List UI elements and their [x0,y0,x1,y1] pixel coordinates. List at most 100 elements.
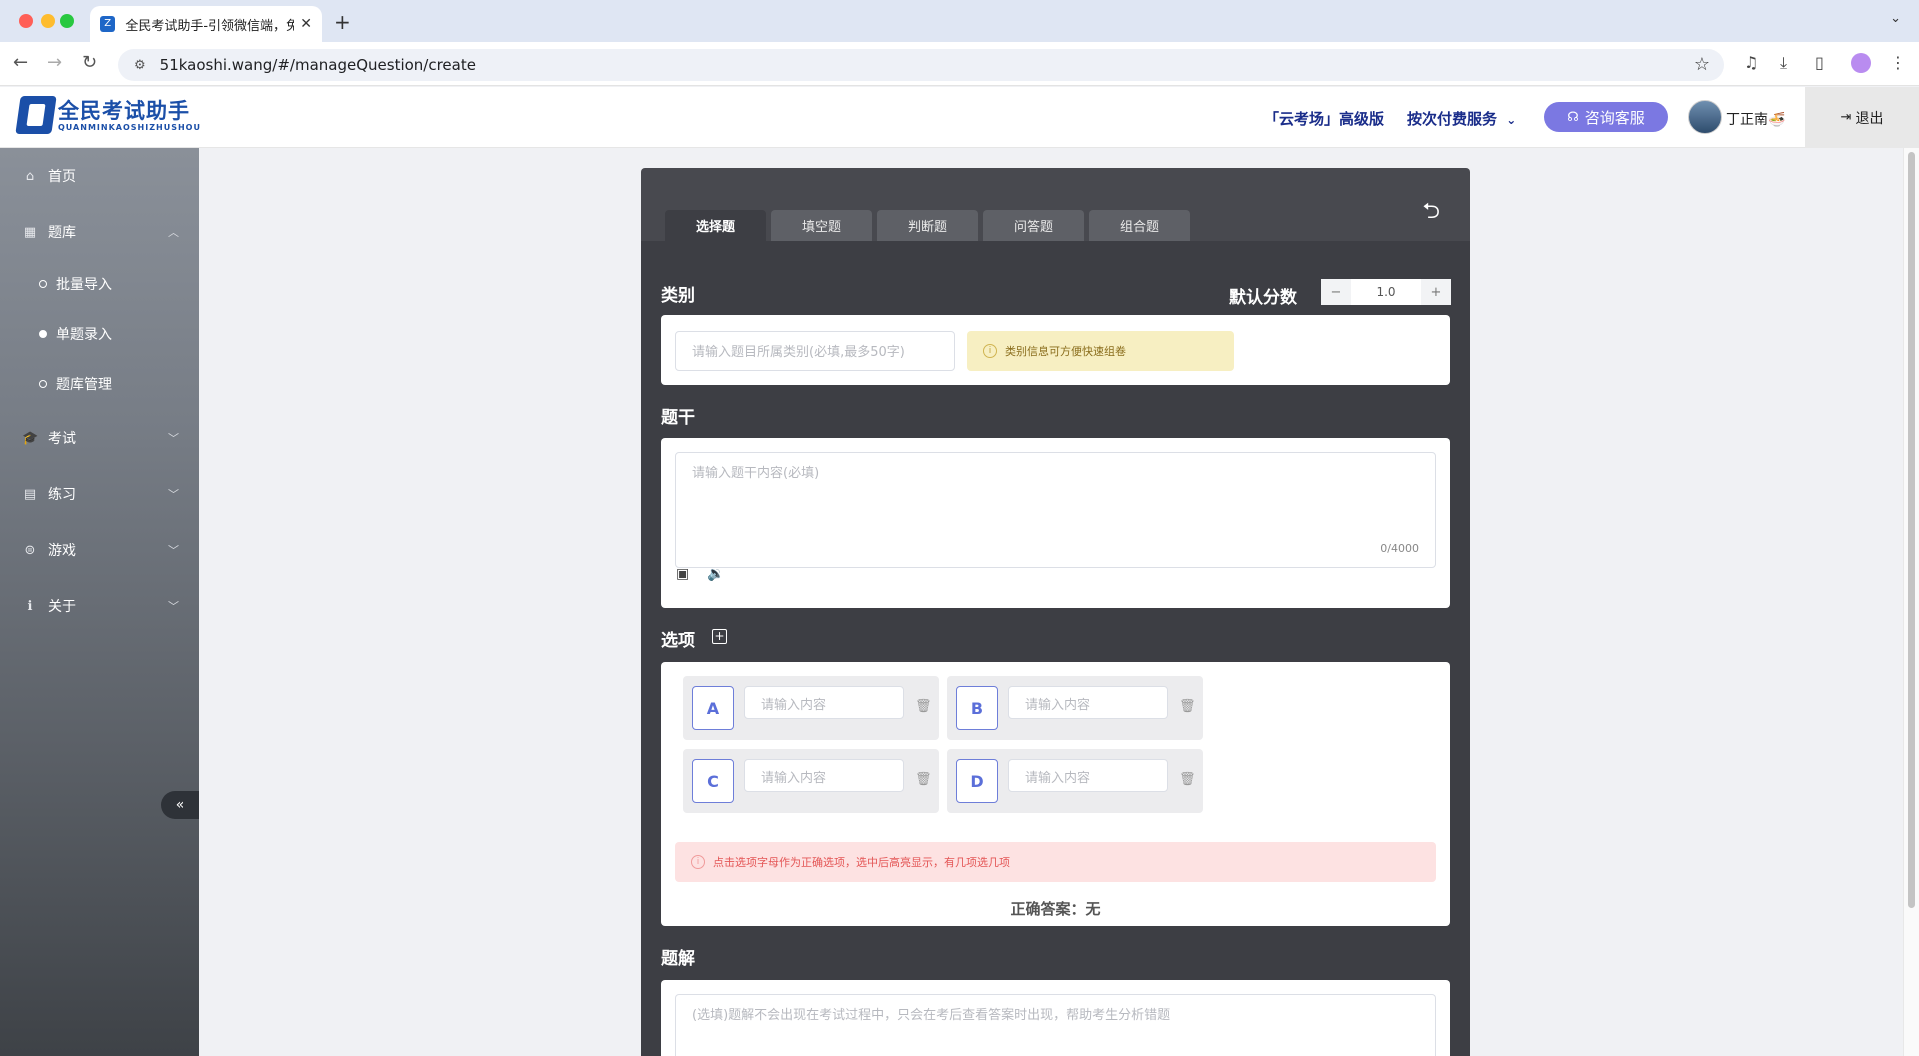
browser-tab-bar: Z 全民考试助手-引领微信端，免费 ✕ + ⌄ [0,0,1919,42]
new-tab-icon[interactable]: + [334,10,351,34]
side-panel-icon[interactable]: ▯ [1815,53,1824,72]
sign-out-icon: ⇥ [1840,110,1852,125]
url-text: 51kaoshi.wang/#/manageQuestion/create [159,56,476,74]
customer-service-label: 咨询客服 [1584,108,1645,127]
address-bar[interactable]: ⚙ 51kaoshi.wang/#/manageQuestion/create … [118,49,1724,81]
download-icon[interactable]: ⤓ [1780,53,1787,73]
sidebar-item-game[interactable]: ⊜ 游戏 ﹀ [0,532,199,568]
sidebar-item-label: 练习 [48,487,76,503]
stem-placeholder: 请输入题干内容(必填) [692,466,820,481]
tab-composite[interactable]: 组合题 [1089,210,1190,241]
default-score-value[interactable]: 1.0 [1351,285,1421,299]
sidebar-subitem-bank-manage[interactable]: 题库管理 [0,368,199,400]
sidebar-item-label: 关于 [48,599,76,615]
stem-title: 题干 [661,408,695,428]
forward-arrow-icon[interactable]: → [47,52,62,73]
browser-menu-icon[interactable]: ⋮ [1890,53,1906,72]
info-circle-icon: i [691,855,705,869]
tab-choice[interactable]: 选择题 [665,210,766,241]
page-scrollbar[interactable] [1903,148,1919,1056]
customer-service-button[interactable]: ☊ 咨询客服 [1544,102,1668,132]
media-control-icon[interactable]: ♫ [1744,53,1758,72]
site-logo[interactable]: 全民考试助手 QUANMINKAOSHIZHUSHOU [15,96,201,134]
sidebar-subitem-batch-import[interactable]: 批量导入 [0,268,199,300]
category-tip-text: 类别信息可方便快速组卷 [1005,345,1126,358]
browser-tab[interactable]: Z 全民考试助手-引领微信端，免费 ✕ [90,6,322,42]
app-header: 全民考试助手 QUANMINKAOSHIZHUSHOU 「云考场」高级版 按次付… [0,87,1919,148]
default-score-stepper: − 1.0 + [1321,279,1451,305]
cloud-exam-link[interactable]: 「云考场」高级版 [1264,108,1384,129]
sidebar-subitem-single-entry[interactable]: 单题录入 [0,318,199,350]
close-window-button[interactable] [19,14,33,28]
tab-fill-blank[interactable]: 填空题 [771,210,872,241]
tab-essay[interactable]: 问答题 [983,210,1084,241]
trash-icon[interactable]: 🗑 [1179,699,1196,714]
back-arrow-icon[interactable]: ← [13,52,28,73]
sidebar-item-question-bank[interactable]: ▦ 题库 ︿ [0,214,199,250]
sidebar-collapse-button[interactable]: « [161,791,199,819]
image-upload-icon[interactable]: ▣ [676,566,689,582]
sidebar-item-about[interactable]: ℹ 关于 ﹀ [0,588,199,624]
site-settings-icon[interactable]: ⚙ [134,58,146,73]
audio-upload-icon[interactable]: 🔉 [707,566,724,582]
logout-button[interactable]: ⇥ 退出 [1805,87,1919,148]
user-name[interactable]: 丁正南🍜 [1726,109,1785,129]
option-input[interactable]: 请输入内容 [744,759,904,792]
option-input[interactable]: 请输入内容 [1008,686,1168,719]
add-option-icon[interactable]: + [712,629,727,644]
question-type-tabs: 选择题 填空题 判断题 问答题 组合题 [665,210,1195,241]
chevron-down-icon: ﹀ [168,600,179,613]
category-tip: i 类别信息可方便快速组卷 [967,331,1234,371]
logo-subtitle: QUANMINKAOSHIZHUSHOU [58,122,201,132]
sidebar: ⌂ 首页 ▦ 题库 ︿ 批量导入 单题录入 题库管理 🎓 考试 ﹀ ▤ 练习 ﹀… [0,148,199,1056]
option-input[interactable]: 请输入内容 [1008,759,1168,792]
tab-search-chevron-icon[interactable]: ⌄ [1890,11,1901,26]
sidebar-item-label: 游戏 [48,543,76,559]
explain-title: 题解 [661,949,695,969]
option-item-c: C 请输入内容 🗑 [683,749,939,813]
explain-textarea[interactable]: (选填)题解不会出现在考试过程中，只会在考后查看答案时出现，帮助考生分析错题 [675,994,1436,1056]
option-letter-button[interactable]: C [692,759,734,803]
decrement-button[interactable]: − [1321,279,1351,305]
logo-icon [15,96,57,134]
option-letter-button[interactable]: D [956,759,998,803]
pay-service-menu[interactable]: 按次付费服务 ⌄ [1407,108,1516,129]
category-input[interactable]: 请输入题目所属类别(必填,最多50字) [675,331,955,371]
trash-icon[interactable]: 🗑 [915,772,932,787]
options-tip: i 点击选项字母作为正确选项，选中后高亮显示，有几项选几项 [675,842,1436,882]
grid-icon: ▦ [23,224,37,240]
sidebar-item-practice[interactable]: ▤ 练习 ﹀ [0,476,199,512]
default-score-label: 默认分数 [1229,288,1297,308]
increment-button[interactable]: + [1421,279,1451,305]
tab-title: 全民考试助手-引领微信端，免费 [125,18,295,34]
sidebar-item-home[interactable]: ⌂ 首页 [0,158,199,194]
sidebar-subitem-label: 题库管理 [56,377,112,393]
explain-card: (选填)题解不会出现在考试过程中，只会在考后查看答案时出现，帮助考生分析错题 [661,980,1450,1056]
options-title: 选项 [661,631,695,651]
stem-textarea[interactable]: 请输入题干内容(必填) 0/4000 [675,452,1436,568]
user-avatar[interactable] [1688,100,1722,134]
option-input[interactable]: 请输入内容 [744,686,904,719]
reload-icon[interactable]: ↻ [82,52,97,73]
sidebar-item-exam[interactable]: 🎓 考试 ﹀ [0,420,199,456]
option-letter-button[interactable]: B [956,686,998,730]
minimize-window-button[interactable] [41,14,55,28]
radio-dot-filled-icon [39,330,47,338]
tab-true-false[interactable]: 判断题 [877,210,978,241]
tab-close-icon[interactable]: ✕ [300,16,312,32]
trash-icon[interactable]: 🗑 [915,699,932,714]
logo-title: 全民考试助手 [58,98,190,123]
maximize-window-button[interactable] [60,14,74,28]
chevron-up-icon: ︿ [168,226,179,239]
info-icon: ℹ [27,598,33,614]
profile-avatar-icon[interactable] [1851,53,1871,73]
question-editor-panel: ⮌ 选择题 填空题 判断题 问答题 组合题 类别 默认分数 − 1.0 + 请输… [641,168,1470,1056]
option-letter-button[interactable]: A [692,686,734,730]
sidebar-subitem-label: 批量导入 [56,277,112,293]
home-icon: ⌂ [25,168,35,184]
bookmark-star-icon[interactable]: ☆ [1694,54,1710,75]
logout-label: 退出 [1855,110,1884,127]
scrollbar-thumb[interactable] [1908,152,1915,908]
undo-back-icon[interactable]: ⮌ [1422,194,1440,232]
trash-icon[interactable]: 🗑 [1179,772,1196,787]
